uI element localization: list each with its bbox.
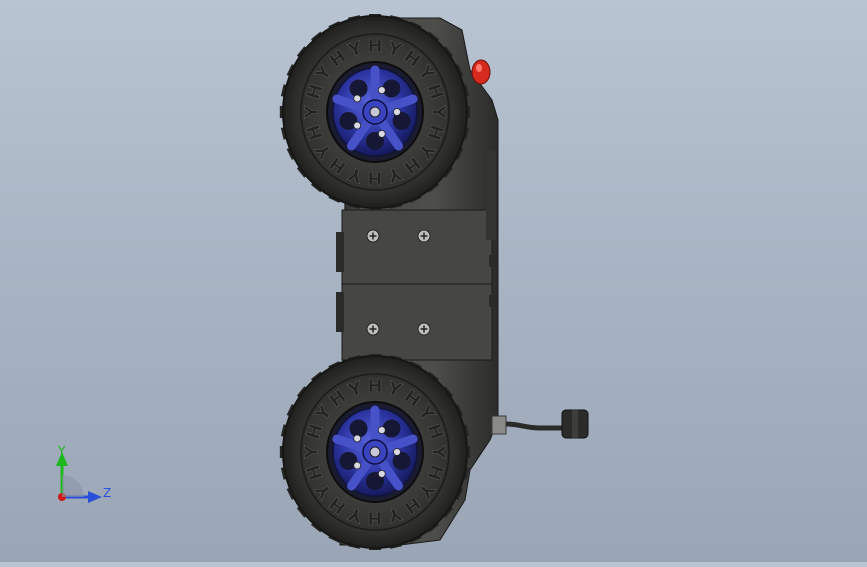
screw-2: [417, 229, 431, 243]
tread-letter: Y: [302, 445, 323, 460]
antenna-connector: [491, 409, 589, 439]
tread-letter: Y: [302, 105, 323, 120]
tread-letter: Y: [427, 104, 448, 119]
y-axis-label: Y: [57, 444, 66, 458]
screw-1: [366, 229, 380, 243]
screw-3: [366, 322, 380, 336]
axis-triad: Y Z: [56, 444, 111, 503]
3d-viewport[interactable]: YHYHYHYHYHYHYHYHYHYH YHYHYHYHYHYHYHYHYHY…: [0, 0, 867, 562]
tread-letter: H: [367, 507, 382, 528]
tread-letter: H: [367, 167, 382, 188]
z-axis-label: Z: [103, 486, 111, 500]
screw-4: [417, 322, 431, 336]
power-button[interactable]: [471, 59, 491, 85]
triad-plane: [62, 475, 84, 497]
z-axis-arrow: [88, 491, 102, 503]
tread-letter: Y: [427, 444, 448, 459]
tread-letter: H: [367, 376, 382, 397]
tread-letter: H: [367, 36, 382, 57]
robot-model-svg[interactable]: YHYHYHYHYHYHYHY H YHYH YHYHYHYHYHYHYHY H YHY…: [0, 0, 867, 562]
